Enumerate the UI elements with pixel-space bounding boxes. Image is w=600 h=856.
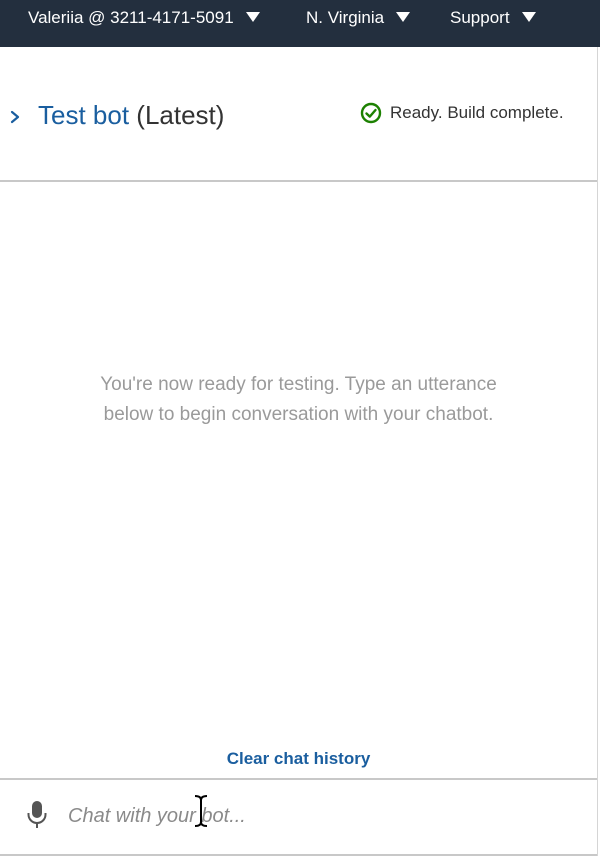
empty-state-message: You're now ready for testing. Type an ut… xyxy=(0,370,597,430)
empty-state-line: You're now ready for testing. Type an ut… xyxy=(100,374,497,395)
test-bot-header: Test bot (Latest) Ready. Build complete. xyxy=(0,47,597,182)
check-circle-icon xyxy=(360,102,382,124)
caret-down-icon xyxy=(396,12,411,22)
region-label: N. Virginia xyxy=(306,8,385,27)
panel-divider xyxy=(597,47,598,856)
region-menu[interactable]: N. Virginia xyxy=(306,0,411,36)
support-menu[interactable]: Support xyxy=(450,0,536,36)
chat-input[interactable] xyxy=(68,798,568,834)
empty-state-line: below to begin conversation with your ch… xyxy=(103,404,494,425)
chevron-right-icon[interactable] xyxy=(8,110,22,124)
build-status: Ready. Build complete. xyxy=(360,102,564,124)
account-label: Valeriia @ 3211-4171-5091 xyxy=(28,8,234,27)
status-text: Ready. Build complete. xyxy=(390,103,564,122)
top-nav-bar: Valeriia @ 3211-4171-5091 N. Virginia Su… xyxy=(0,0,600,47)
account-menu[interactable]: Valeriia @ 3211-4171-5091 xyxy=(28,0,260,36)
test-bot-link[interactable]: Test bot xyxy=(38,100,129,130)
chat-history-area: You're now ready for testing. Type an ut… xyxy=(0,182,597,778)
clear-chat-history-link[interactable]: Clear chat history xyxy=(0,749,597,769)
version-label: (Latest) xyxy=(136,100,225,130)
page-title: Test bot (Latest) xyxy=(38,99,224,131)
microphone-icon[interactable] xyxy=(26,800,48,830)
caret-down-icon xyxy=(245,12,260,22)
lex-test-bot-panel: Valeriia @ 3211-4171-5091 N. Virginia Su… xyxy=(0,0,600,856)
chat-input-bar xyxy=(0,778,597,856)
support-label: Support xyxy=(450,8,510,27)
caret-down-icon xyxy=(521,12,536,22)
